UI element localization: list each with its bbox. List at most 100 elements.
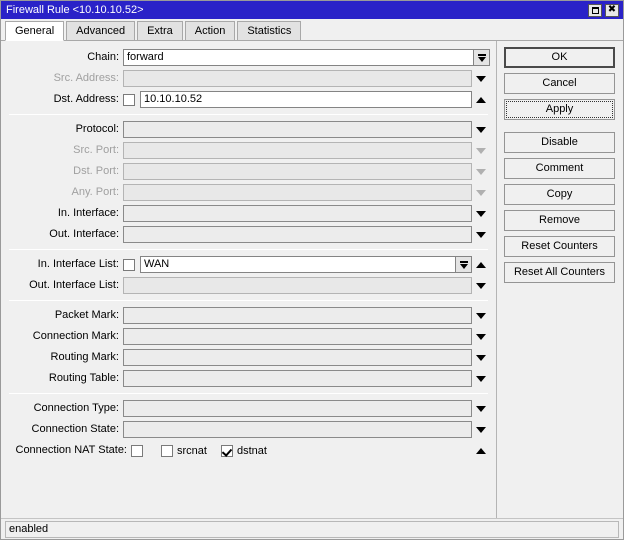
dst-port-expand-button bbox=[472, 168, 490, 175]
tab-statistics[interactable]: Statistics bbox=[237, 21, 302, 40]
field-connection-state bbox=[123, 421, 490, 438]
any-port-input bbox=[123, 184, 472, 201]
close-button[interactable]: ✖ bbox=[605, 3, 619, 17]
status-bar: enabled bbox=[1, 518, 623, 539]
routing-table-input[interactable] bbox=[123, 370, 472, 387]
field-any-port bbox=[123, 184, 490, 201]
routing-mark-input[interactable] bbox=[123, 349, 472, 366]
field-connection-mark bbox=[123, 328, 490, 345]
copy-button[interactable]: Copy bbox=[504, 184, 615, 205]
label-connection-type: Connection Type: bbox=[33, 402, 119, 414]
tab-general[interactable]: General bbox=[5, 21, 65, 41]
tab-extra[interactable]: Extra bbox=[137, 21, 183, 40]
restore-icon bbox=[591, 6, 599, 14]
chevron-up-icon bbox=[476, 447, 486, 454]
cancel-button[interactable]: Cancel bbox=[504, 73, 615, 94]
field-connection-nat-state: srcnat dstnat bbox=[131, 444, 490, 457]
out-interface-list-expand-button[interactable] bbox=[472, 282, 490, 289]
label-routing-table: Routing Table: bbox=[48, 372, 119, 384]
label-dst-port: Dst. Port: bbox=[73, 165, 119, 177]
nat-state-negate-checkbox[interactable] bbox=[131, 444, 143, 457]
field-in-interface bbox=[123, 205, 490, 222]
out-interface-list-input[interactable] bbox=[123, 277, 472, 294]
remove-button[interactable]: Remove bbox=[504, 210, 615, 231]
row-packet-mark: Packet Mark: bbox=[1, 305, 496, 326]
tab-advanced[interactable]: Advanced bbox=[66, 21, 136, 40]
tab-bar: General Advanced Extra Action Statistics bbox=[1, 19, 623, 41]
combo-bar-icon bbox=[477, 53, 486, 56]
row-any-port: Any. Port: bbox=[1, 182, 496, 203]
tab-action[interactable]: Action bbox=[184, 21, 236, 40]
field-dst-port bbox=[123, 163, 490, 180]
srcnat-checkbox[interactable] bbox=[161, 444, 173, 457]
connection-mark-input[interactable] bbox=[123, 328, 472, 345]
field-src-address bbox=[123, 70, 490, 87]
connection-mark-expand-button[interactable] bbox=[472, 333, 490, 340]
apply-button[interactable]: Apply bbox=[504, 99, 615, 120]
chevron-down-icon bbox=[476, 231, 486, 238]
protocol-expand-button[interactable] bbox=[472, 126, 490, 133]
out-interface-expand-button[interactable] bbox=[472, 231, 490, 238]
field-in-interface-list: WAN bbox=[123, 256, 490, 273]
packet-mark-input[interactable] bbox=[123, 307, 472, 324]
chevron-down-icon bbox=[476, 126, 486, 133]
chevron-down-icon bbox=[476, 312, 486, 319]
dst-address-collapse-button[interactable] bbox=[472, 96, 490, 103]
row-routing-mark: Routing Mark: bbox=[1, 347, 496, 368]
close-icon: ✖ bbox=[607, 4, 617, 15]
dialog-body: Chain: forward Src. Address: Dst. Addres… bbox=[1, 41, 623, 518]
disable-button[interactable]: Disable bbox=[504, 132, 615, 153]
button-pane: OK Cancel Apply Disable Comment Copy Rem… bbox=[497, 41, 623, 518]
row-src-port: Src. Port: bbox=[1, 140, 496, 161]
connection-type-input[interactable] bbox=[123, 400, 472, 417]
in-interface-list-dropdown-button[interactable] bbox=[456, 256, 472, 273]
firewall-rule-window: Firewall Rule <10.10.10.52> ✖ General Ad… bbox=[0, 0, 624, 540]
row-connection-state: Connection State: bbox=[1, 419, 496, 440]
chevron-up-icon bbox=[476, 96, 486, 103]
chain-dropdown-button[interactable] bbox=[474, 49, 490, 66]
src-port-expand-button bbox=[472, 147, 490, 154]
field-routing-table bbox=[123, 370, 490, 387]
reset-all-counters-button[interactable]: Reset All Counters bbox=[504, 262, 615, 283]
row-connection-mark: Connection Mark: bbox=[1, 326, 496, 347]
ok-button[interactable]: OK bbox=[504, 47, 615, 68]
chevron-down-icon bbox=[476, 426, 486, 433]
label-connection-nat-state: Connection NAT State: bbox=[15, 444, 128, 456]
nat-state-collapse-button[interactable] bbox=[472, 447, 490, 454]
in-interface-expand-button[interactable] bbox=[472, 210, 490, 217]
status-text: enabled bbox=[5, 520, 619, 538]
chevron-down-icon bbox=[476, 210, 486, 217]
routing-table-expand-button[interactable] bbox=[472, 375, 490, 382]
label-any-port: Any. Port: bbox=[71, 186, 119, 198]
connection-state-input[interactable] bbox=[123, 421, 472, 438]
dst-address-input[interactable]: 10.10.10.52 bbox=[140, 91, 472, 108]
connection-type-expand-button[interactable] bbox=[472, 405, 490, 412]
label-protocol: Protocol: bbox=[75, 123, 119, 135]
in-interface-list-input[interactable]: WAN bbox=[140, 256, 456, 273]
in-interface-list-negate-checkbox[interactable] bbox=[123, 258, 135, 271]
divider-3 bbox=[9, 300, 488, 301]
nat-state-dstnat-option[interactable]: dstnat bbox=[220, 444, 267, 457]
routing-mark-expand-button[interactable] bbox=[472, 354, 490, 361]
src-address-expand-button[interactable] bbox=[472, 75, 490, 82]
reset-counters-button[interactable]: Reset Counters bbox=[504, 236, 615, 257]
in-interface-list-collapse-button[interactable] bbox=[472, 261, 490, 268]
packet-mark-expand-button[interactable] bbox=[472, 312, 490, 319]
chain-input[interactable]: forward bbox=[123, 49, 474, 66]
comment-button[interactable]: Comment bbox=[504, 158, 615, 179]
connection-state-expand-button[interactable] bbox=[472, 426, 490, 433]
label-out-interface-list: Out. Interface List: bbox=[29, 279, 119, 291]
nat-state-srcnat-option[interactable]: srcnat bbox=[161, 444, 207, 457]
restore-button[interactable] bbox=[588, 3, 602, 17]
dstnat-checkbox[interactable] bbox=[220, 444, 233, 457]
chevron-down-icon bbox=[476, 333, 486, 340]
in-interface-input[interactable] bbox=[123, 205, 472, 222]
chevron-down-icon bbox=[476, 405, 486, 412]
row-protocol: Protocol: bbox=[1, 119, 496, 140]
row-in-interface-list: In. Interface List: WAN bbox=[1, 254, 496, 275]
nat-state-negate-option[interactable] bbox=[131, 444, 147, 457]
protocol-input[interactable] bbox=[123, 121, 472, 138]
dst-address-negate-checkbox[interactable] bbox=[123, 93, 135, 106]
field-packet-mark bbox=[123, 307, 490, 324]
out-interface-input[interactable] bbox=[123, 226, 472, 243]
